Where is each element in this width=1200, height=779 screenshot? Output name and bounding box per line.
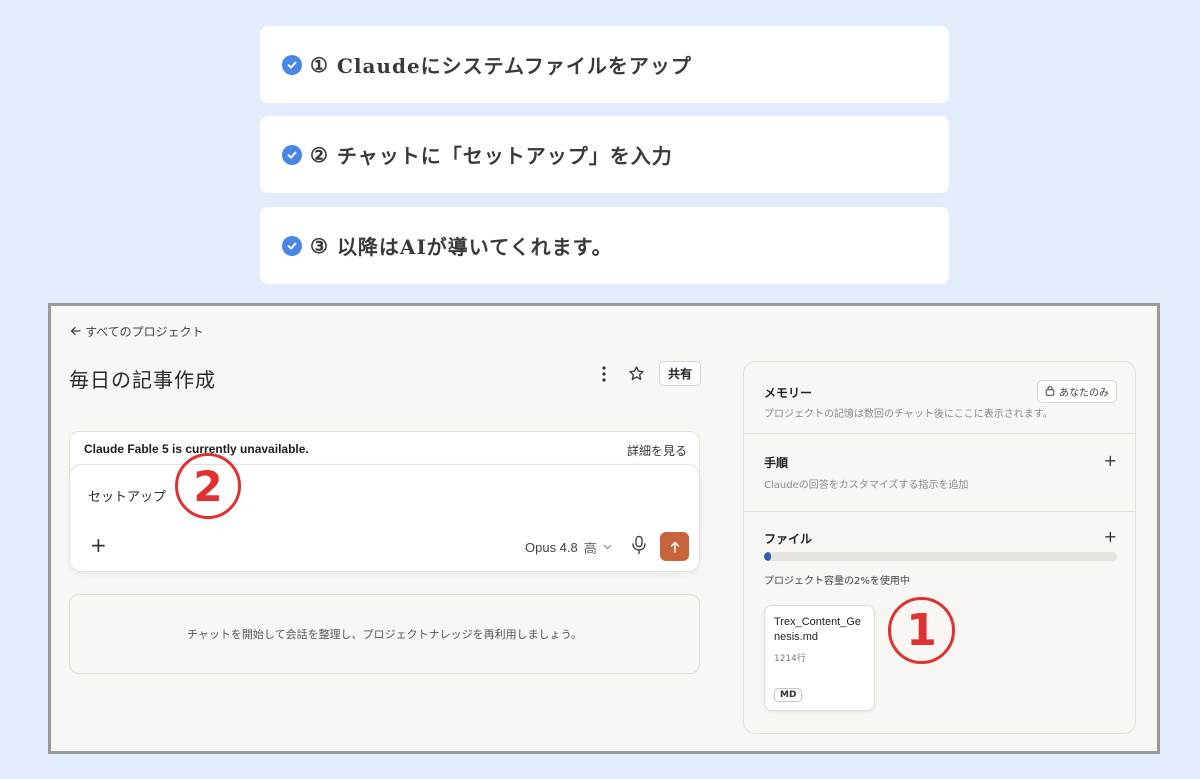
capacity-progress-fill	[764, 552, 772, 561]
model-selector[interactable]: Opus 4.8 高	[525, 538, 612, 557]
file-name: Trex_Content_Genesis.md	[774, 616, 862, 643]
title-actions: 共有	[595, 361, 702, 386]
microphone-icon[interactable]	[630, 535, 648, 557]
instructions-heading: 手順	[764, 456, 789, 470]
add-file-icon[interactable]: +	[1104, 527, 1117, 546]
memory-heading: メモリー	[764, 386, 813, 400]
step-text: チャットに「セットアップ」を入力	[336, 144, 673, 168]
back-link[interactable]: すべてのプロジェクト	[70, 323, 204, 340]
add-attachment-icon[interactable]: +	[90, 535, 107, 555]
files-heading: ファイル	[764, 532, 813, 546]
file-type-badge: MD	[774, 688, 803, 702]
annotation-circle-1: 1	[888, 597, 955, 664]
details-link[interactable]: 詳細を見る	[627, 442, 687, 459]
memory-section: メモリー プロジェクトの記憶は数回のチャット後にここに表示されます。 あなたのみ	[744, 362, 1135, 434]
chat-input[interactable]: セットアップ	[88, 486, 166, 505]
capacity-progress-bar	[764, 552, 1117, 561]
capacity-usage-text: プロジェクト容量の2%を使用中	[764, 576, 910, 587]
model-name: Opus 4.8	[525, 540, 578, 555]
annotation-number: 1	[906, 605, 937, 656]
check-circle-icon	[282, 144, 302, 165]
step-text: 以降はAIが導いてくれます。	[336, 235, 613, 259]
add-instructions-icon[interactable]: +	[1104, 451, 1117, 470]
app-screenshot: すべてのプロジェクト 毎日の記事作成 共有 Claude Fable 5 is …	[48, 303, 1160, 754]
instructions-description: Claudeの回答をカスタマイズする指示を追加	[764, 480, 969, 491]
project-side-panel: メモリー プロジェクトの記憶は数回のチャット後にここに表示されます。 あなたのみ…	[743, 361, 1136, 734]
send-button[interactable]	[660, 532, 689, 561]
step-number: ②	[310, 142, 329, 167]
visibility-badge[interactable]: あなたのみ	[1037, 380, 1117, 403]
step-number: ③	[310, 233, 329, 258]
check-circle-icon	[282, 54, 302, 75]
step-3: ③ 以降はAIが導いてくれます。	[260, 207, 949, 284]
back-link-label: すべてのプロジェクト	[85, 325, 204, 339]
empty-state-text: チャットを開始して会話を整理し、プロジェクトナレッジを再利用しましょう。	[187, 628, 582, 641]
memory-description: プロジェクトの記憶は数回のチャット後にここに表示されます。	[764, 409, 1053, 420]
step-text: Claudeにシステムファイルをアップ	[336, 54, 692, 78]
annotation-circle-2: 2	[175, 453, 241, 519]
file-line-count: 1214行	[774, 654, 806, 664]
annotation-number: 2	[193, 461, 223, 511]
more-vertical-icon[interactable]	[595, 363, 613, 385]
star-icon[interactable]	[627, 363, 645, 385]
project-title: 毎日の記事作成	[69, 368, 216, 392]
instructions-section: 手順 Claudeの回答をカスタマイズする指示を追加 +	[744, 434, 1135, 512]
empty-chat-state: チャットを開始して会話を整理し、プロジェクトナレッジを再利用しましょう。	[69, 594, 700, 674]
arrow-up-icon	[670, 541, 679, 553]
step-2: ② チャットに「セットアップ」を入力	[260, 116, 949, 193]
lock-icon	[1045, 385, 1055, 399]
share-button[interactable]: 共有	[659, 361, 702, 386]
chat-composer[interactable]: セットアップ + Opus 4.8 高	[69, 464, 700, 572]
step-number: ①	[310, 52, 329, 77]
check-circle-icon	[282, 235, 302, 256]
arrow-left-icon	[70, 325, 81, 339]
file-card[interactable]: Trex_Content_Genesis.md 1214行 MD	[764, 605, 875, 711]
effort-level: 高	[583, 541, 597, 556]
visibility-badge-label: あなたのみ	[1059, 388, 1109, 399]
step-1: ① Claudeにシステムファイルをアップ	[260, 26, 949, 103]
chevron-down-icon	[603, 542, 612, 553]
